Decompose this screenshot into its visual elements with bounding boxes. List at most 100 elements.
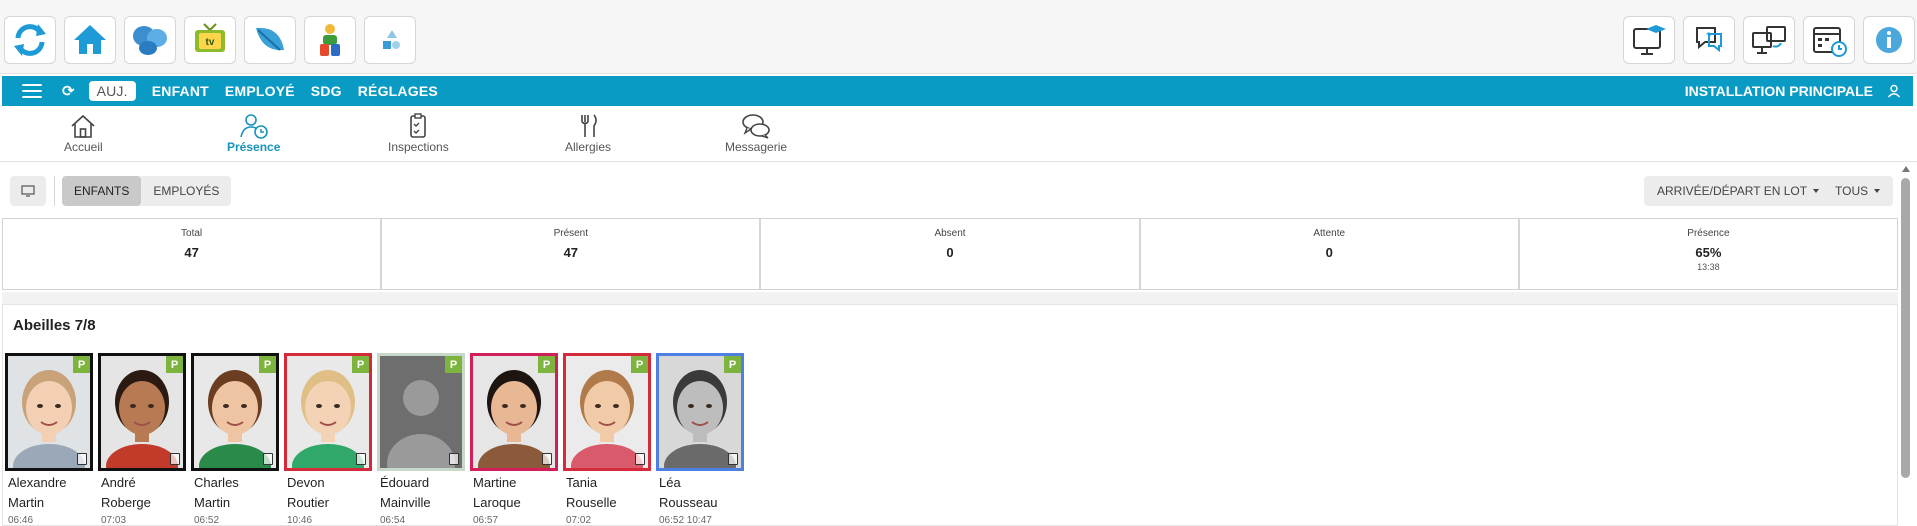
stat-time: 13:38 [1697, 262, 1720, 272]
caret-down-icon [1874, 189, 1881, 193]
child-photo[interactable]: P [563, 353, 651, 471]
help-chat-icon: ? [1696, 27, 1722, 53]
clipboard-icon[interactable] [542, 453, 552, 465]
scroll-up-icon[interactable] [1902, 166, 1910, 172]
child-last-name: Mainville [380, 495, 431, 510]
menu-icon[interactable] [22, 84, 42, 98]
batch-checkin-dropdown[interactable]: ARRIVÉE/DÉPART EN LOT [1644, 176, 1833, 206]
tv-label: tv [206, 37, 215, 48]
child-card[interactable]: P Charles Martin 06:52 [191, 353, 279, 526]
nav-item-child[interactable]: ENFANT [152, 83, 209, 99]
tab-presence[interactable]: Présence [227, 112, 280, 154]
clipboard-icon[interactable] [449, 453, 459, 465]
stat-value: 65% [1695, 245, 1722, 260]
present-badge: P [631, 356, 648, 373]
child-card[interactable]: P Tania Rouselle 07:02 [563, 353, 651, 526]
nav-refresh-icon[interactable]: ⟳ [62, 82, 75, 100]
nav-item-settings[interactable]: RÉGLAGES [358, 83, 438, 99]
nav-item-employee[interactable]: EMPLOYÉ [225, 83, 295, 99]
clipboard-icon[interactable] [728, 453, 738, 465]
clipboard-icon[interactable] [635, 453, 645, 465]
child-card[interactable]: P Alexandre Martin 06:46 [5, 353, 93, 526]
help-button[interactable]: ? [1683, 16, 1735, 64]
child-photo[interactable]: P [5, 353, 93, 471]
toggle-employees[interactable]: EMPLOYÉS [141, 176, 231, 206]
stat-total: Total 47 [3, 219, 383, 289]
shapes-icon [383, 30, 400, 49]
home-button[interactable] [64, 16, 116, 64]
scrollbar[interactable] [1899, 166, 1913, 526]
stat-waiting: Attente 0 [1141, 219, 1520, 289]
child-photo[interactable]: P [656, 353, 744, 471]
sub-tabs: Accueil Présence Inspections Allergies M… [0, 106, 1917, 162]
tab-messagerie[interactable]: Messagerie [725, 112, 787, 154]
stat-value: 47 [184, 245, 199, 260]
screen-sync-button[interactable] [1743, 16, 1795, 64]
child-first-name: Devon [287, 475, 325, 490]
nav-item-today[interactable]: AUJ. [88, 81, 136, 101]
child-card[interactable]: P Martine Laroque 06:57 [470, 353, 558, 526]
child-last-name: Rouselle [566, 495, 617, 510]
child-photo[interactable]: P [191, 353, 279, 471]
shapes-button[interactable] [364, 16, 416, 64]
top-toolbar: tv ? [0, 0, 1917, 74]
stat-label: Absent [934, 228, 966, 239]
leaf-button[interactable] [244, 16, 296, 64]
svg-text:?: ? [1706, 31, 1712, 41]
child-last-name: Laroque [473, 495, 521, 510]
tab-inspections[interactable]: Inspections [388, 112, 449, 154]
filter-row: ENFANTS EMPLOYÉS ARRIVÉE/DÉPART EN LOT T… [0, 172, 1917, 212]
clipboard-icon[interactable] [170, 453, 180, 465]
nav-item-sdg[interactable]: SDG [311, 83, 342, 99]
batch-checkin-label: ARRIVÉE/DÉPART EN LOT [1657, 184, 1808, 198]
child-card[interactable]: P André Roberge 07:03 [98, 353, 186, 526]
child-photo[interactable]: P [470, 353, 558, 471]
child-photo[interactable]: P [377, 353, 465, 471]
tab-accueil[interactable]: Accueil [64, 112, 103, 154]
clipboard-icon[interactable] [263, 453, 273, 465]
child-card[interactable]: P Édouard Mainville 06:54 [377, 353, 465, 526]
child-first-name: André [101, 475, 136, 490]
clipboard-icon[interactable] [356, 453, 366, 465]
stat-label: Présence [1687, 228, 1730, 239]
chat-bubbles-icon [742, 114, 770, 139]
clipboard-icon[interactable] [77, 453, 87, 465]
present-badge: P [166, 356, 183, 373]
child-card[interactable]: P Léa Rousseau 06:52 10:47 [656, 353, 744, 526]
butterfly-button[interactable] [124, 16, 176, 64]
stat-label: Total [181, 228, 203, 239]
child-toy-button[interactable] [304, 16, 356, 64]
child-first-name: Tania [566, 475, 598, 490]
scope-dropdown[interactable]: TOUS [1822, 176, 1894, 206]
monitor-graduation-icon [1633, 25, 1666, 55]
display-mode-button[interactable] [10, 176, 46, 206]
present-badge: P [445, 356, 462, 373]
stat-attendance-rate: Présence 65% 13:38 [1520, 219, 1897, 289]
child-first-name: Martine [473, 475, 517, 490]
tv-icon: tv [195, 23, 225, 52]
tab-allergies[interactable]: Allergies [565, 112, 611, 154]
main-nav-bar: ⟳ AUJ. ENFANT EMPLOYÉ SDG RÉGLAGES INSTA… [2, 76, 1913, 106]
refresh-button[interactable] [4, 16, 56, 64]
child-photo[interactable]: P [98, 353, 186, 471]
child-photo[interactable]: P [284, 353, 372, 471]
scroll-thumb[interactable] [1901, 178, 1910, 478]
site-name[interactable]: INSTALLATION PRINCIPALE [1685, 83, 1873, 99]
child-first-name: Alexandre [8, 475, 67, 490]
calendar-button[interactable] [1803, 16, 1855, 64]
stat-value: 0 [946, 245, 954, 260]
tab-messagerie-label: Messagerie [725, 140, 788, 154]
stat-label: Attente [1313, 228, 1346, 239]
info-button[interactable] [1863, 16, 1915, 64]
user-icon[interactable] [1887, 84, 1901, 98]
training-button[interactable] [1623, 16, 1675, 64]
stat-label: Présent [553, 228, 589, 239]
child-first-name: Édouard [380, 475, 430, 490]
tv-button[interactable]: tv [184, 16, 236, 64]
calendar-clock-icon [1813, 27, 1847, 57]
child-card[interactable]: P Devon Routier 10:46 [284, 353, 372, 526]
section-separator [2, 292, 1898, 304]
toggle-children[interactable]: ENFANTS [62, 176, 142, 206]
children-list: P Alexandre Martin 06:46 P André Roberge 07:03… [5, 353, 744, 526]
user-clock-icon [239, 114, 268, 139]
